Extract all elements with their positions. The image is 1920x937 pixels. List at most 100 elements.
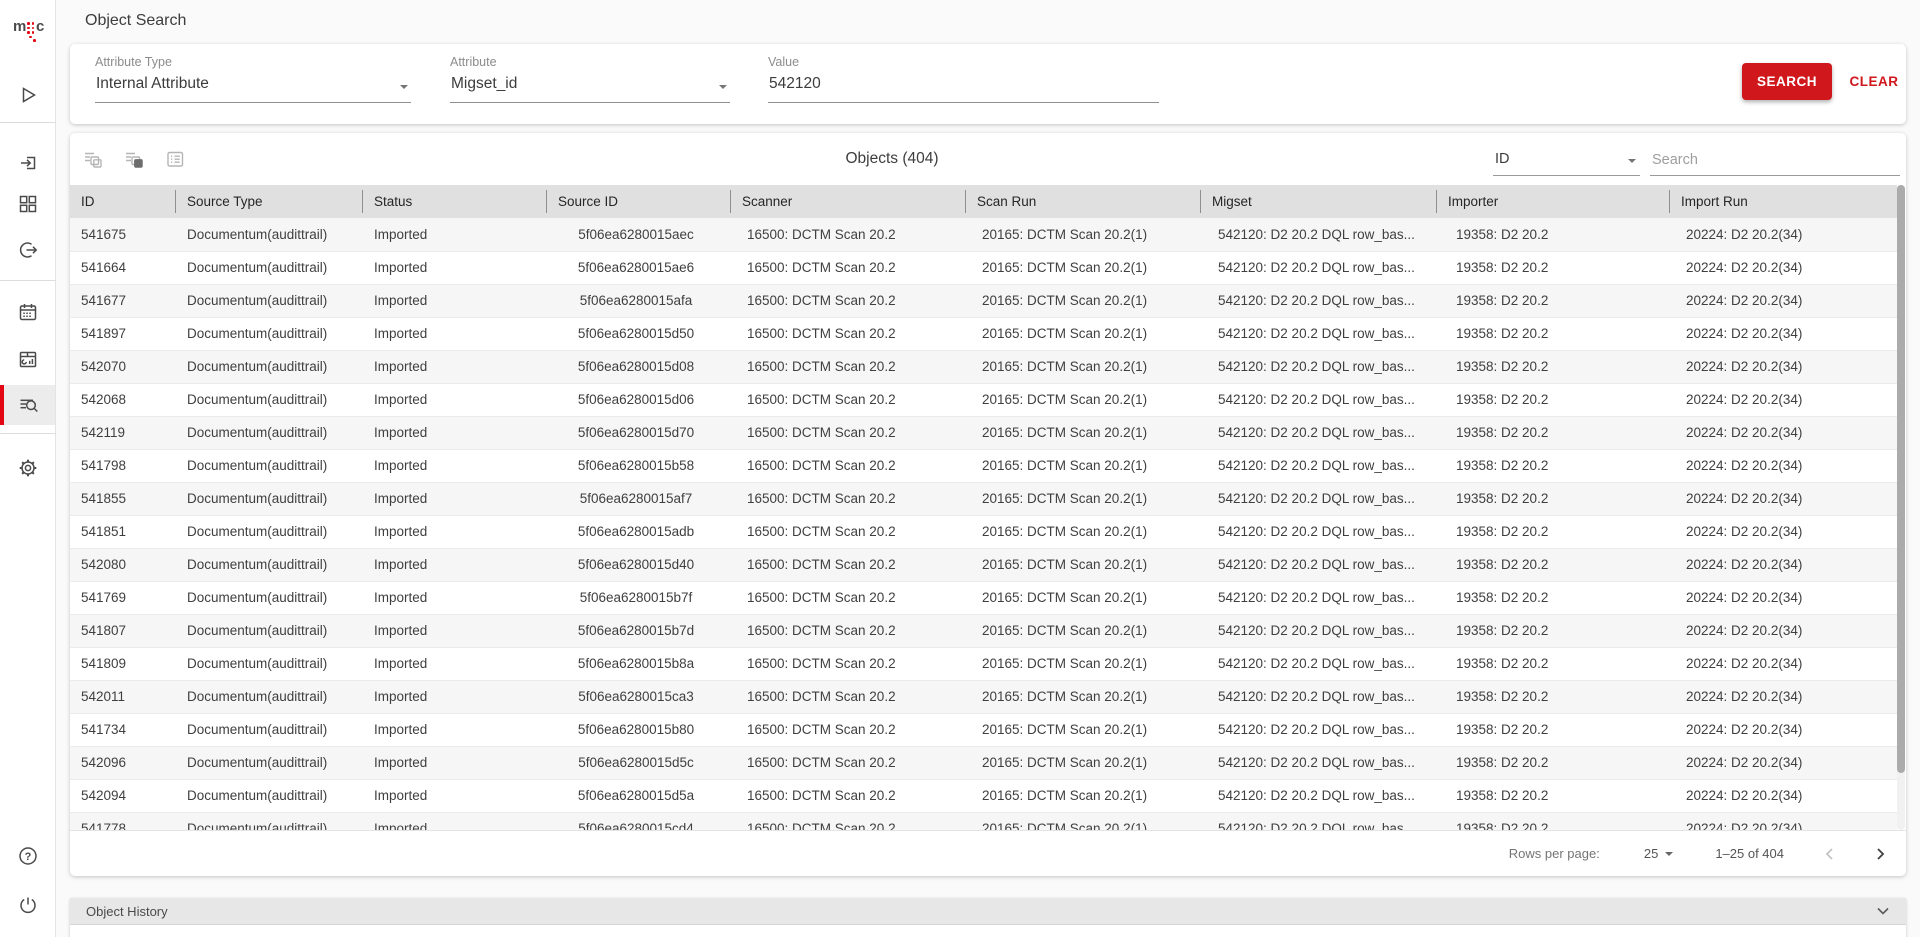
table-cell: 542120: D2 20.2 DQL row_bas... — [1200, 713, 1436, 746]
table-row[interactable]: 542119Documentum(audittrail)Imported5f06… — [70, 416, 1897, 449]
next-page-icon[interactable] — [1868, 842, 1892, 866]
table-cell: 20224: D2 20.2(34) — [1669, 680, 1897, 713]
scrollbar-thumb[interactable] — [1897, 185, 1905, 773]
table-row[interactable]: 541798Documentum(audittrail)Imported5f06… — [70, 449, 1897, 482]
apps-grid-icon[interactable] — [0, 184, 55, 224]
table-cell: 5f06ea6280015ca3 — [546, 680, 730, 713]
table-cell: 542080 — [70, 548, 175, 581]
attribute-label: Attribute — [450, 55, 730, 69]
table-cell: 16500: DCTM Scan 20.2 — [730, 713, 965, 746]
app-logo: m c — [13, 14, 47, 48]
table-cell: 5f06ea6280015d70 — [546, 416, 730, 449]
search-button[interactable]: SEARCH — [1742, 63, 1832, 100]
table-row[interactable]: 541809Documentum(audittrail)Imported5f06… — [70, 647, 1897, 680]
attribute-select[interactable]: Attribute Migset_id — [450, 55, 730, 103]
table-cell: 16500: DCTM Scan 20.2 — [730, 350, 965, 383]
table-cell: 541675 — [70, 218, 175, 251]
play-icon[interactable] — [0, 75, 55, 115]
table-row[interactable]: 541778Documentum(audittrail)Imported5f06… — [70, 812, 1897, 830]
table-cell: 20224: D2 20.2(34) — [1669, 614, 1897, 647]
table-row[interactable]: 541855Documentum(audittrail)Imported5f06… — [70, 482, 1897, 515]
table-cell: 20165: DCTM Scan 20.2(1) — [965, 779, 1200, 812]
clear-button[interactable]: CLEAR — [1847, 63, 1901, 100]
object-search-icon[interactable] — [0, 385, 55, 425]
table-row[interactable]: 541664Documentum(audittrail)Imported5f06… — [70, 251, 1897, 284]
table-cell: 5f06ea6280015d08 — [546, 350, 730, 383]
table-cell: 20224: D2 20.2(34) — [1669, 317, 1897, 350]
table-cell: 541734 — [70, 713, 175, 746]
table-cell: 20165: DCTM Scan 20.2(1) — [965, 251, 1200, 284]
table-cell: 542120: D2 20.2 DQL row_bas... — [1200, 251, 1436, 284]
table-cell: Imported — [362, 746, 546, 779]
table-row[interactable]: 542096Documentum(audittrail)Imported5f06… — [70, 746, 1897, 779]
scan-runs-icon[interactable] — [0, 339, 55, 379]
table-row[interactable]: 541677Documentum(audittrail)Imported5f06… — [70, 284, 1897, 317]
table-cell: 541664 — [70, 251, 175, 284]
table-cell: 5f06ea6280015d5a — [546, 779, 730, 812]
table-row[interactable]: 541675Documentum(audittrail)Imported5f06… — [70, 218, 1897, 251]
table-cell: Imported — [362, 218, 546, 251]
filter-column-select[interactable]: ID — [1493, 139, 1640, 176]
help-icon[interactable]: ? — [0, 836, 55, 876]
table-cell: Imported — [362, 350, 546, 383]
previous-page-icon[interactable] — [1818, 842, 1842, 866]
table-row[interactable]: 542068Documentum(audittrail)Imported5f06… — [70, 383, 1897, 416]
table-cell: 19358: D2 20.2 — [1436, 713, 1669, 746]
table-cell: 542070 — [70, 350, 175, 383]
table-cell: 542120: D2 20.2 DQL row_bas... — [1200, 680, 1436, 713]
table-cell: 20165: DCTM Scan 20.2(1) — [965, 449, 1200, 482]
table-cell: Documentum(audittrail) — [175, 251, 362, 284]
table-cell: 20165: DCTM Scan 20.2(1) — [965, 713, 1200, 746]
attribute-type-select[interactable]: Attribute Type Internal Attribute — [95, 55, 411, 103]
table-row[interactable]: 541769Documentum(audittrail)Imported5f06… — [70, 581, 1897, 614]
sign-in-icon[interactable] — [0, 143, 55, 183]
power-icon[interactable] — [0, 885, 55, 925]
table-cell: 5f06ea6280015b7f — [546, 581, 730, 614]
table-cell: 16500: DCTM Scan 20.2 — [730, 680, 965, 713]
table-scrollbar[interactable] — [1897, 185, 1905, 830]
value-field[interactable]: Value 542120 — [768, 55, 1159, 103]
value-input: 542120 — [768, 75, 1159, 103]
table-row[interactable]: 542094Documentum(audittrail)Imported5f06… — [70, 779, 1897, 812]
table-cell: 20165: DCTM Scan 20.2(1) — [965, 746, 1200, 779]
table-row[interactable]: 541734Documentum(audittrail)Imported5f06… — [70, 713, 1897, 746]
table-cell: 20165: DCTM Scan 20.2(1) — [965, 812, 1200, 830]
table-cell: Documentum(audittrail) — [175, 416, 362, 449]
chevron-down-icon — [1665, 852, 1673, 856]
column-header: Source ID — [546, 185, 730, 218]
table-cell: 542094 — [70, 779, 175, 812]
table-cell: Documentum(audittrail) — [175, 449, 362, 482]
attribute-type-value: Internal Attribute — [95, 75, 411, 103]
table-cell: Imported — [362, 482, 546, 515]
sign-out-icon[interactable] — [0, 230, 55, 270]
table-cell: Documentum(audittrail) — [175, 515, 362, 548]
table-cell: 542068 — [70, 383, 175, 416]
settings-icon[interactable] — [0, 448, 55, 488]
table-row[interactable]: 541807Documentum(audittrail)Imported5f06… — [70, 614, 1897, 647]
table-search-input[interactable] — [1650, 139, 1900, 175]
sidebar-divider — [0, 122, 56, 123]
table-cell: 20224: D2 20.2(34) — [1669, 284, 1897, 317]
table-cell: 542120: D2 20.2 DQL row_bas... — [1200, 779, 1436, 812]
table-row[interactable]: 542011Documentum(audittrail)Imported5f06… — [70, 680, 1897, 713]
table-cell: 5f06ea6280015ae6 — [546, 251, 730, 284]
table-cell: 20224: D2 20.2(34) — [1669, 779, 1897, 812]
objects-table: IDSource TypeStatusSource IDScannerScan … — [70, 185, 1897, 830]
table-cell: 16500: DCTM Scan 20.2 — [730, 779, 965, 812]
table-cell: 20224: D2 20.2(34) — [1669, 548, 1897, 581]
object-history-header[interactable]: Object History — [70, 898, 1906, 925]
table-row[interactable]: 542080Documentum(audittrail)Imported5f06… — [70, 548, 1897, 581]
table-cell: Documentum(audittrail) — [175, 779, 362, 812]
table-row[interactable]: 541851Documentum(audittrail)Imported5f06… — [70, 515, 1897, 548]
table-cell: 19358: D2 20.2 — [1436, 812, 1669, 830]
table-cell: 20224: D2 20.2(34) — [1669, 746, 1897, 779]
rows-per-page-select[interactable]: 25 — [1644, 846, 1673, 861]
table-cell: 16500: DCTM Scan 20.2 — [730, 416, 965, 449]
table-row[interactable]: 541897Documentum(audittrail)Imported5f06… — [70, 317, 1897, 350]
calendar-icon[interactable] — [0, 292, 55, 332]
table-cell: 16500: DCTM Scan 20.2 — [730, 647, 965, 680]
table-cell: 20165: DCTM Scan 20.2(1) — [965, 548, 1200, 581]
table-cell: 542120: D2 20.2 DQL row_bas... — [1200, 317, 1436, 350]
table-cell: 5f06ea6280015aec — [546, 218, 730, 251]
table-row[interactable]: 542070Documentum(audittrail)Imported5f06… — [70, 350, 1897, 383]
